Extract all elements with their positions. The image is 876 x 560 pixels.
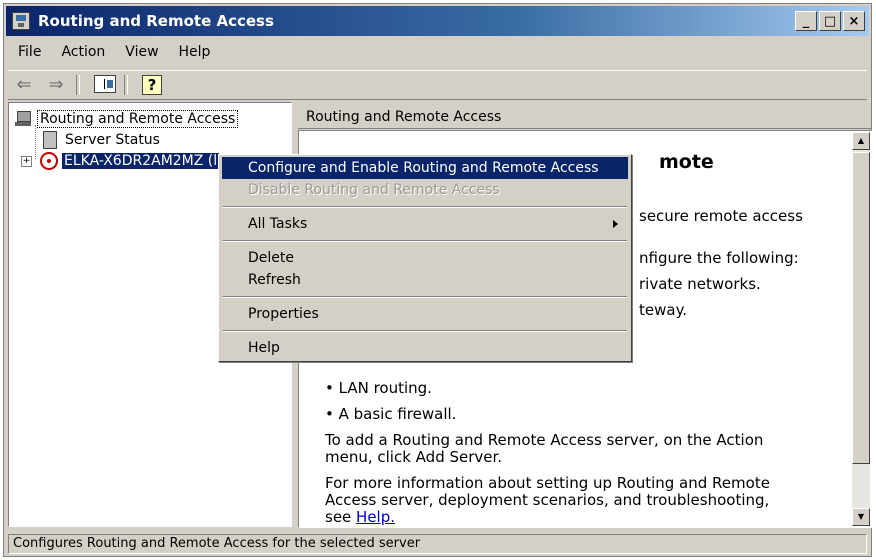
- menu-action[interactable]: Action: [51, 42, 115, 64]
- content-line: nfigure the following:: [639, 249, 799, 267]
- scroll-thumb[interactable]: [852, 152, 870, 464]
- welcome-heading: mote: [659, 151, 714, 173]
- content-line: Access server, deployment scenarios, and…: [325, 491, 770, 509]
- window-title: Routing and Remote Access: [38, 12, 274, 30]
- server-status-icon: [43, 131, 57, 149]
- scroll-up-icon[interactable]: ▲: [852, 132, 870, 150]
- menu-separator: [223, 240, 627, 242]
- tree-item-root[interactable]: Routing and Remote Access: [15, 109, 239, 129]
- tree-item-server[interactable]: + ELKA-X6DR2AM2MZ (l: [21, 151, 220, 171]
- back-arrow-icon[interactable]: ⇐: [12, 74, 36, 96]
- menu-separator: [223, 296, 627, 298]
- content-line: • LAN routing.: [325, 379, 432, 397]
- tree-item-label: ELKA-X6DR2AM2MZ (l: [62, 153, 220, 169]
- context-menu: Configure and Enable Routing and Remote …: [218, 154, 632, 362]
- content-line: rivate networks.: [639, 275, 761, 293]
- menu-item-help[interactable]: Help: [222, 337, 628, 359]
- tree-item-label: Server Status: [65, 132, 160, 148]
- menu-item-configure-enable[interactable]: Configure and Enable Routing and Remote …: [222, 157, 628, 179]
- status-bar: Configures Routing and Remote Access for…: [8, 534, 867, 554]
- help-icon[interactable]: ?: [142, 75, 162, 95]
- minimize-button[interactable]: _: [795, 11, 817, 31]
- menu-bar: File Action View Help: [8, 42, 220, 64]
- server-stopped-icon: [40, 152, 58, 170]
- menu-item-refresh[interactable]: Refresh: [222, 269, 628, 291]
- maximize-button[interactable]: □: [819, 11, 841, 31]
- menu-file[interactable]: File: [8, 42, 51, 64]
- toolbar-separator: [76, 75, 80, 95]
- tree-item-server-status[interactable]: Server Status: [43, 130, 162, 150]
- close-button[interactable]: ×: [843, 11, 865, 31]
- vertical-scrollbar[interactable]: ▲ ▼: [852, 132, 870, 526]
- content-line: menu, click Add Server.: [325, 448, 503, 466]
- scroll-down-icon[interactable]: ▼: [852, 508, 870, 526]
- menu-view[interactable]: View: [115, 42, 168, 64]
- menu-item-disable: Disable Routing and Remote Access: [248, 182, 500, 198]
- content-line: see Help.: [325, 508, 395, 526]
- result-pane-title: Routing and Remote Access: [306, 109, 502, 125]
- result-pane-header: Routing and Remote Access: [298, 104, 872, 129]
- tree-item-label: Routing and Remote Access: [37, 110, 239, 128]
- rras-app-icon: [12, 12, 30, 30]
- toolbar-separator: [124, 75, 128, 95]
- help-link[interactable]: Help.: [356, 508, 395, 526]
- menu-item-label: All Tasks: [248, 216, 308, 232]
- content-line: secure remote access: [639, 207, 803, 225]
- menu-separator: [223, 330, 627, 332]
- menu-item-all-tasks[interactable]: All Tasks: [222, 213, 628, 235]
- menu-item-properties[interactable]: Properties: [222, 303, 628, 325]
- content-line: For more information about setting up Ro…: [325, 474, 770, 492]
- content-line: To add a Routing and Remote Access serve…: [325, 431, 764, 449]
- window-controls: _ □ ×: [795, 11, 865, 31]
- menu-help[interactable]: Help: [169, 42, 221, 64]
- menu-item-delete[interactable]: Delete: [222, 247, 628, 269]
- computer-icon: [15, 111, 33, 127]
- title-bar[interactable]: Routing and Remote Access _ □ ×: [6, 6, 869, 36]
- see-text: see: [325, 508, 357, 526]
- submenu-arrow-icon: [613, 220, 618, 228]
- show-hide-tree-icon[interactable]: [94, 75, 116, 93]
- content-line: teway.: [639, 301, 688, 319]
- content-line: • A basic firewall.: [325, 405, 457, 423]
- expand-plus-icon[interactable]: +: [21, 155, 32, 167]
- menu-separator: [223, 206, 627, 208]
- forward-arrow-icon[interactable]: ⇒: [44, 74, 68, 96]
- toolbar: ⇐ ⇒ ?: [8, 70, 867, 100]
